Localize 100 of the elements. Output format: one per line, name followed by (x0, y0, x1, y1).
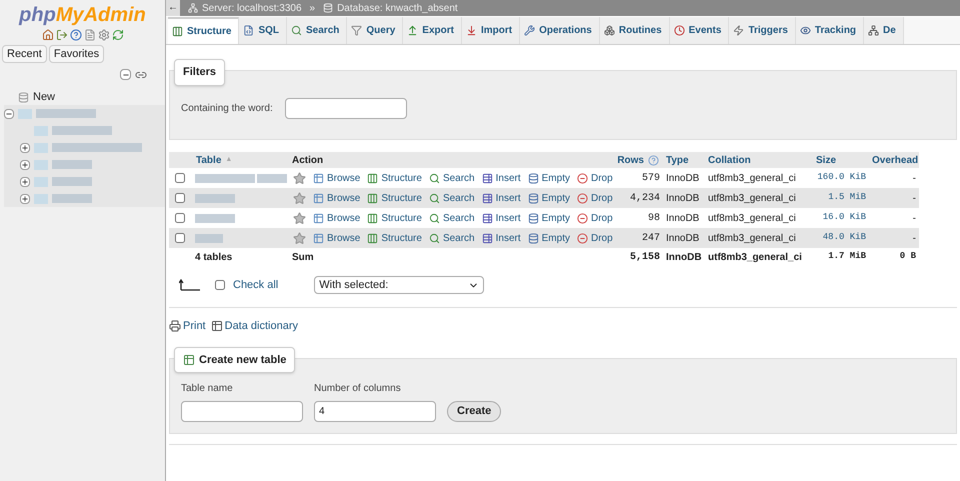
page-link[interactable]: Data dictionary (224, 318, 298, 334)
action-link[interactable]: Empty (542, 210, 570, 226)
document-icon[interactable] (84, 29, 96, 41)
action-link[interactable]: Structure (381, 210, 422, 226)
action-link[interactable]: Drop (590, 210, 613, 226)
expand-icon[interactable] (20, 160, 30, 170)
action-link[interactable]: Browse (327, 210, 360, 226)
page-link[interactable]: Print (183, 318, 206, 334)
minus-circle-icon[interactable] (576, 232, 588, 244)
favorite-star-icon[interactable] (293, 172, 306, 184)
minus-circle-icon[interactable] (576, 192, 588, 204)
action-link[interactable]: Structure (381, 190, 422, 206)
column-header[interactable]: Collation (708, 152, 751, 168)
tab[interactable]: SQL (239, 17, 288, 44)
logout-icon[interactable] (56, 29, 68, 41)
sidebar-tab[interactable]: Favorites (48, 45, 104, 63)
action-link[interactable]: Drop (590, 230, 613, 246)
collapse-icon[interactable] (4, 108, 14, 118)
table-cell-text: 579 (640, 172, 661, 186)
home-icon[interactable] (42, 29, 54, 41)
action-link[interactable]: Search (442, 210, 475, 226)
bulk-action-select[interactable]: With selected: (314, 276, 484, 294)
row-checkbox[interactable] (175, 213, 185, 223)
tab[interactable]: Export (403, 17, 462, 44)
action-link[interactable]: Empty (542, 190, 570, 206)
action-link[interactable]: Empty (542, 230, 570, 246)
tab[interactable]: Routines (600, 17, 670, 44)
columns-icon[interactable] (367, 172, 378, 184)
row-checkbox[interactable] (175, 233, 185, 243)
action-link[interactable]: Structure (381, 230, 422, 246)
action-link[interactable]: Search (442, 190, 475, 206)
check-all-checkbox[interactable] (215, 280, 225, 290)
row-checkbox[interactable] (175, 193, 185, 203)
action-link[interactable]: Browse (327, 190, 360, 206)
tab[interactable]: De (864, 17, 904, 44)
column-header[interactable]: Rows (617, 152, 644, 168)
favorite-star-icon[interactable] (293, 212, 306, 224)
table-icon[interactable] (313, 172, 324, 184)
insert-row-icon[interactable] (482, 212, 493, 224)
table-icon[interactable] (210, 320, 223, 332)
action-link[interactable]: Insert (496, 230, 521, 246)
help-icon[interactable] (648, 154, 659, 166)
action-link[interactable]: Browse (327, 230, 360, 246)
help-icon[interactable] (70, 29, 82, 41)
column-header[interactable]: Size (816, 152, 836, 168)
search-icon[interactable] (428, 172, 440, 184)
action-link[interactable]: Search (442, 230, 475, 246)
tab[interactable]: Triggers (729, 17, 796, 44)
action-link[interactable]: Insert (496, 190, 521, 206)
tab[interactable]: Events (670, 17, 730, 44)
action-link[interactable]: Browse (327, 170, 360, 186)
tab[interactable]: Import (462, 17, 520, 44)
expand-icon[interactable] (20, 194, 30, 204)
columns-icon[interactable] (367, 232, 378, 244)
tab[interactable]: Operations (520, 17, 600, 44)
back-button[interactable]: ← (166, 0, 180, 16)
action-link[interactable]: Structure (381, 170, 422, 186)
action-link[interactable]: Search (442, 170, 475, 186)
columns-icon[interactable] (367, 192, 378, 204)
settings-icon[interactable] (98, 29, 110, 41)
tab[interactable]: Tracking (796, 17, 864, 44)
column-header[interactable]: Table (196, 152, 222, 168)
column-count-field[interactable]: 4 (314, 400, 436, 422)
minus-circle-icon[interactable] (576, 212, 588, 224)
favorite-star-icon[interactable] (293, 232, 306, 244)
minus-circle-icon[interactable] (576, 172, 588, 184)
insert-row-icon[interactable] (482, 232, 493, 244)
action-link[interactable]: Insert (496, 170, 521, 186)
favorite-star-icon[interactable] (293, 192, 306, 204)
expand-icon[interactable] (20, 142, 30, 152)
table-name-field[interactable] (181, 400, 303, 422)
row-checkbox[interactable] (175, 173, 185, 183)
tab[interactable]: Structure (168, 17, 240, 44)
check-all-link[interactable]: Check all (233, 276, 278, 294)
insert-row-icon[interactable] (482, 172, 493, 184)
sidebar-tab[interactable]: Recent (2, 45, 47, 63)
search-icon[interactable] (428, 212, 440, 224)
search-icon[interactable] (428, 192, 440, 204)
tab[interactable]: Query (347, 17, 404, 44)
expand-icon[interactable] (20, 176, 30, 186)
action-link[interactable]: Drop (590, 170, 613, 186)
column-header[interactable]: Overhead (872, 152, 918, 168)
search-icon[interactable] (428, 232, 440, 244)
printer-icon[interactable] (169, 320, 181, 332)
insert-row-icon[interactable] (482, 192, 493, 204)
create-button[interactable]: Create (447, 400, 502, 422)
logo[interactable]: phpMyAdmin (19, 3, 146, 27)
column-header[interactable]: Type (666, 152, 689, 168)
new-database-link[interactable]: New (33, 88, 56, 106)
link-icon[interactable] (135, 69, 147, 81)
tab[interactable]: Search (287, 17, 348, 44)
action-link[interactable]: Insert (496, 210, 521, 226)
filter-field[interactable] (284, 98, 407, 118)
columns-icon[interactable] (367, 212, 378, 224)
field-label: Table name (181, 382, 234, 396)
action-link[interactable]: Drop (590, 190, 613, 206)
reload-icon[interactable] (112, 29, 124, 41)
table-icon[interactable] (313, 212, 324, 224)
action-link[interactable]: Empty (542, 170, 570, 186)
collapse-all-icon[interactable] (120, 69, 131, 80)
